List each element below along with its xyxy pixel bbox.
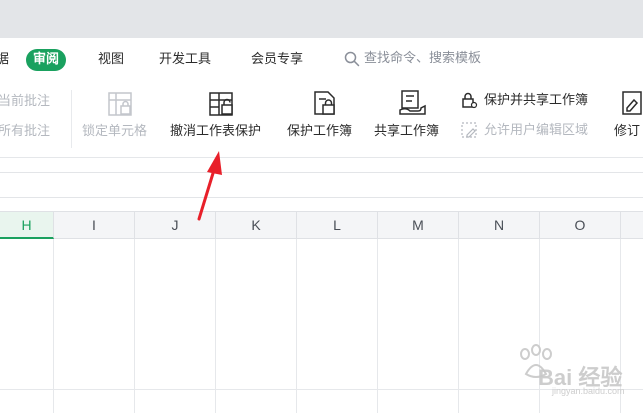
grid-line	[377, 239, 378, 413]
share-workbook-icon	[399, 90, 426, 115]
column-header-n[interactable]: N	[459, 212, 540, 239]
grid-line	[53, 239, 54, 413]
column-header-k[interactable]: K	[216, 212, 297, 239]
grid-line	[215, 239, 216, 413]
track-changes-button[interactable]: 修订	[614, 124, 640, 140]
grid-line	[134, 239, 135, 413]
baidu-jingyan-watermark: Bai 经验 jingyan.baidu.com	[486, 342, 636, 398]
protect-share-icon	[462, 92, 478, 109]
current-comment-button[interactable]: 当前批注	[0, 94, 50, 110]
menu-tab-member[interactable]: 会员专享	[251, 52, 303, 68]
ribbon-separator	[71, 90, 72, 148]
column-header-i[interactable]: I	[54, 212, 135, 239]
unprotect-sheet-button[interactable]: 撤消工作表保护	[170, 124, 261, 140]
menu-tab-view[interactable]: 视图	[98, 52, 124, 68]
protect-workbook-icon	[314, 91, 335, 115]
lock-cell-icon	[108, 92, 132, 116]
menu-tab-review[interactable]: 审阅	[26, 49, 66, 71]
menu-bar: 据 审阅 视图 开发工具 会员专享 查找命令、搜索模板	[0, 38, 643, 82]
column-header-m[interactable]: M	[378, 212, 459, 239]
column-header-o[interactable]: O	[540, 212, 621, 239]
window-title-bar	[0, 0, 643, 38]
protect-workbook-button[interactable]: 保护工作簿	[287, 124, 352, 140]
share-workbook-button[interactable]: 共享工作簿	[374, 124, 439, 140]
ribbon-toolbar: 当前批注 所有批注 锁定单元格 撤消工作表保护 保护工作簿 共享工作簿 保护并共…	[0, 82, 643, 158]
grid-line	[296, 239, 297, 413]
menu-tab-developer-tools[interactable]: 开发工具	[159, 52, 211, 68]
protect-share-workbook-button[interactable]: 保护并共享工作簿	[484, 93, 588, 109]
track-changes-icon	[622, 91, 642, 115]
search-placeholder: 查找命令、搜索模板	[364, 51, 482, 66]
formula-bar[interactable]	[0, 172, 643, 198]
watermark-url: jingyan.baidu.com	[552, 386, 625, 396]
grid-line	[458, 239, 459, 413]
column-header-l[interactable]: L	[297, 212, 378, 239]
lock-cell-button[interactable]: 锁定单元格	[82, 124, 147, 140]
allow-edit-ranges-icon	[461, 122, 477, 138]
column-header-h[interactable]: H	[0, 212, 54, 239]
allow-edit-ranges-button[interactable]: 允许用户编辑区域	[484, 123, 588, 139]
unprotect-sheet-icon	[209, 92, 233, 116]
column-header-row: H I J K L M N O	[0, 211, 643, 239]
search-icon	[344, 51, 360, 67]
menu-tab-data-partial[interactable]: 据	[0, 52, 9, 68]
column-header-j[interactable]: J	[135, 212, 216, 239]
all-comments-button[interactable]: 所有批注	[0, 124, 50, 140]
